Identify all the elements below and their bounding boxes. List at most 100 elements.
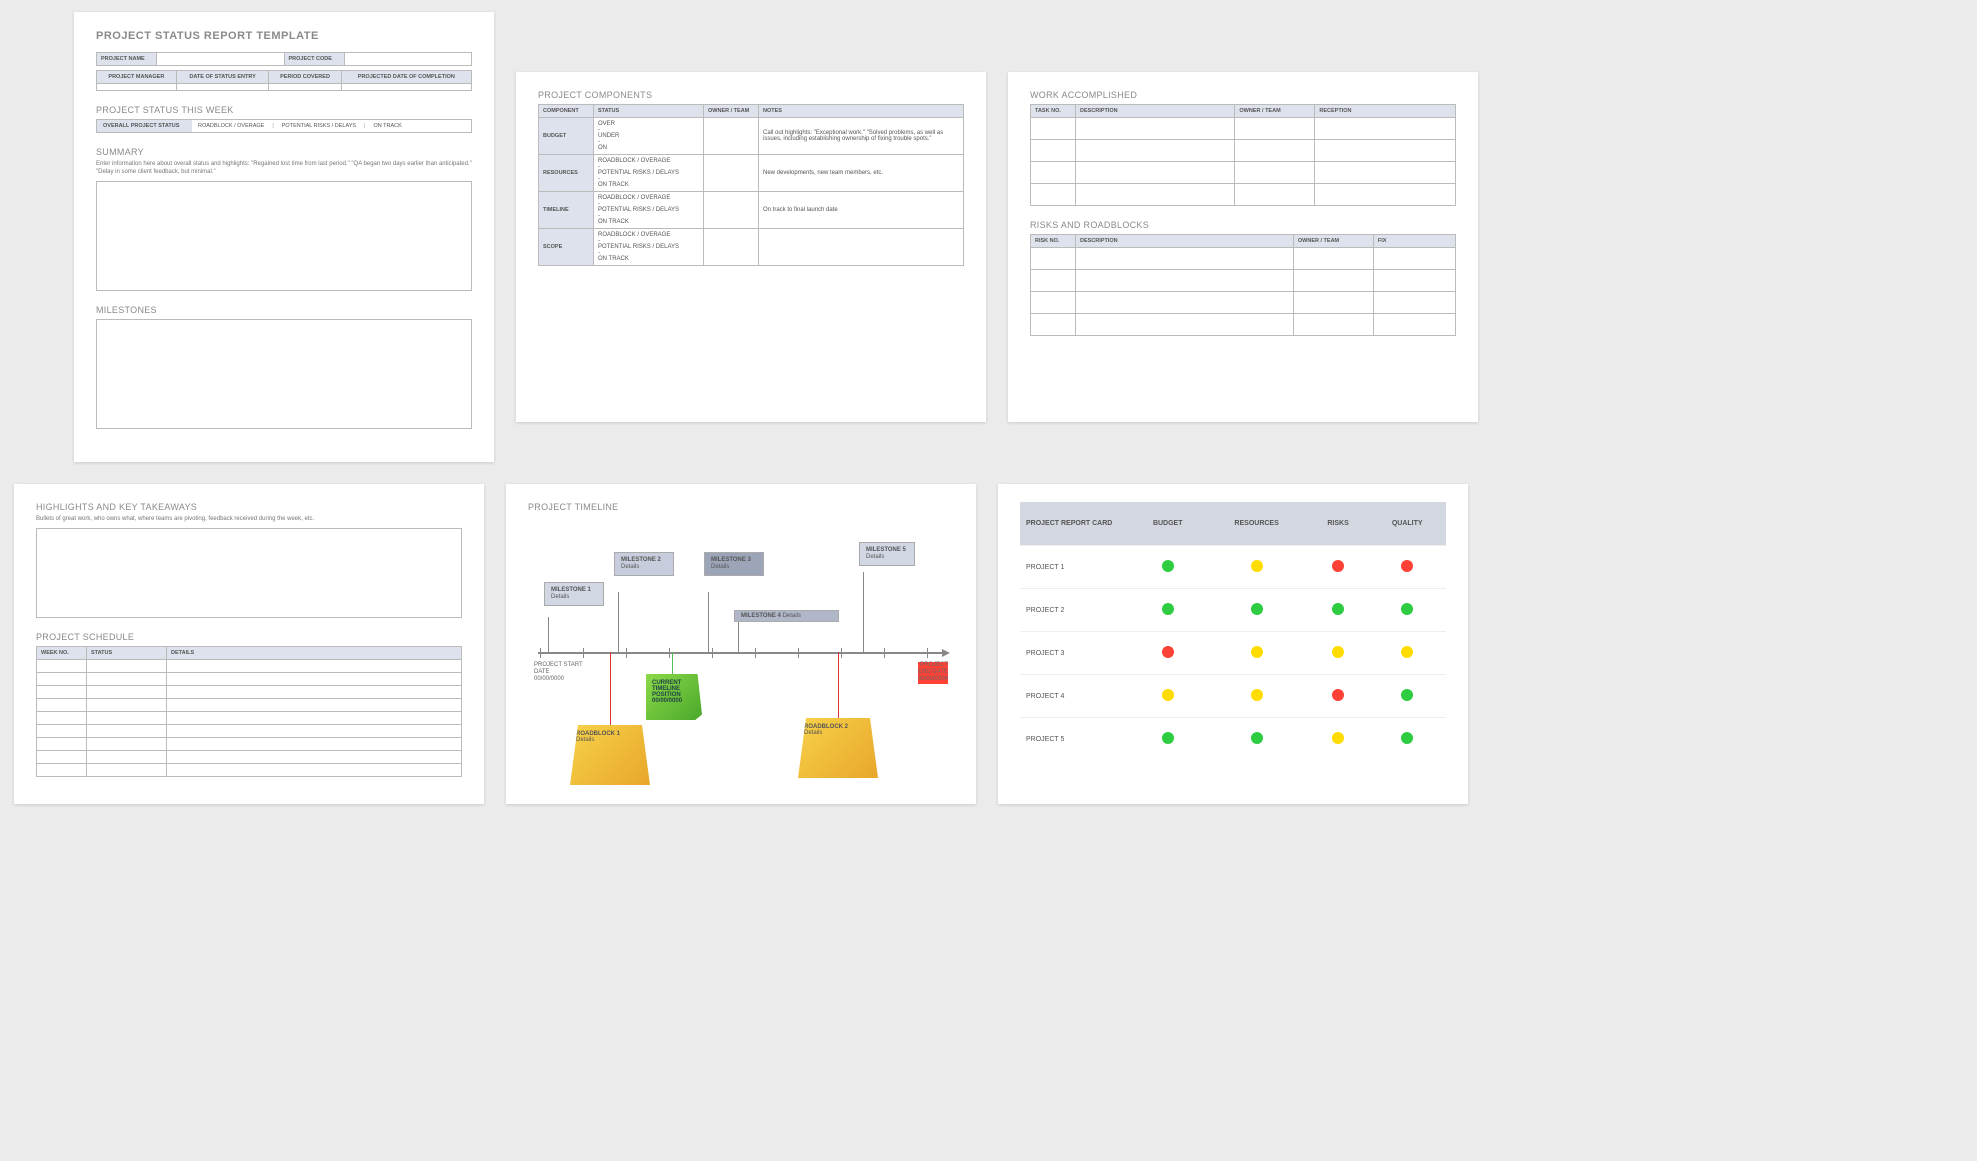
cell[interactable] (167, 672, 462, 685)
cell[interactable] (37, 763, 87, 776)
milestones-box[interactable] (96, 319, 472, 429)
cell[interactable] (167, 750, 462, 763)
label-project-name: PROJECT NAME (97, 53, 157, 66)
cell[interactable] (1031, 292, 1076, 314)
cell[interactable] (167, 698, 462, 711)
cell[interactable] (1076, 118, 1235, 140)
cell[interactable] (1076, 270, 1294, 292)
current-position-note[interactable]: CURRENTTIMELINEPOSITION00/00/0000 (646, 674, 702, 720)
cell[interactable] (1293, 248, 1373, 270)
cell-notes[interactable]: Call out highlights: "Exceptional work."… (759, 118, 964, 155)
cell[interactable] (176, 84, 269, 91)
status-option[interactable]: ON TRACK (367, 120, 407, 132)
summary-box[interactable] (96, 181, 472, 291)
cell-status[interactable]: ROADBLOCK / OVERAGE - POTENTIAL RISKS / … (594, 155, 704, 192)
tick (583, 648, 584, 658)
cell-owner[interactable] (704, 155, 759, 192)
cell[interactable] (1315, 184, 1456, 206)
cell[interactable] (87, 672, 167, 685)
cell[interactable] (1076, 248, 1294, 270)
cell[interactable] (1293, 270, 1373, 292)
milestone-card[interactable]: MILESTONE 5Details (859, 542, 915, 566)
cell[interactable] (37, 672, 87, 685)
cell[interactable] (87, 711, 167, 724)
status-dot-icon (1251, 646, 1263, 658)
cell[interactable] (1031, 140, 1076, 162)
cell[interactable] (167, 659, 462, 672)
roadblock-note[interactable]: ROADBLOCK 2Details (798, 718, 878, 778)
cell[interactable] (1031, 314, 1076, 336)
cell-status (1368, 632, 1446, 675)
tick (712, 648, 713, 658)
cell[interactable] (87, 724, 167, 737)
cell[interactable] (167, 711, 462, 724)
cell[interactable] (1031, 184, 1076, 206)
cell[interactable] (1293, 292, 1373, 314)
cell[interactable] (87, 685, 167, 698)
cell[interactable] (1076, 162, 1235, 184)
status-dot-icon (1332, 603, 1344, 615)
cell-notes[interactable]: New developments, new team members, etc. (759, 155, 964, 192)
cell-comp: TIMELINE (539, 192, 594, 229)
cell[interactable] (37, 711, 87, 724)
milestone-card[interactable]: MILESTONE 3Details (704, 552, 764, 576)
cell[interactable] (1031, 270, 1076, 292)
cell-owner[interactable] (704, 118, 759, 155)
cell[interactable] (167, 763, 462, 776)
roadblock-note[interactable]: ROADBLOCK 1Details (570, 725, 650, 785)
status-option[interactable]: ROADBLOCK / OVERAGE (192, 120, 270, 132)
cell[interactable] (87, 698, 167, 711)
cell-owner[interactable] (704, 192, 759, 229)
cell[interactable] (1235, 162, 1315, 184)
milestone-card[interactable]: MILESTONE 1Details (544, 582, 604, 606)
cell[interactable] (1076, 314, 1294, 336)
cell[interactable] (167, 737, 462, 750)
cell[interactable] (1373, 314, 1455, 336)
cell[interactable] (1235, 118, 1315, 140)
cell-status (1368, 546, 1446, 589)
cell[interactable] (1235, 184, 1315, 206)
cell[interactable] (1373, 292, 1455, 314)
cell[interactable] (269, 84, 341, 91)
milestone-card[interactable]: MILESTONE 4 Details (734, 610, 839, 622)
cell[interactable] (341, 84, 471, 91)
cell[interactable] (1315, 118, 1456, 140)
cell-project-name[interactable] (157, 53, 285, 66)
cell-project-code[interactable] (344, 53, 472, 66)
cell-status (1205, 546, 1307, 589)
cell[interactable] (87, 659, 167, 672)
highlights-box[interactable] (36, 528, 462, 618)
cell[interactable] (1031, 118, 1076, 140)
cell[interactable] (1031, 162, 1076, 184)
cell[interactable] (87, 737, 167, 750)
cell[interactable] (37, 724, 87, 737)
cell[interactable] (37, 659, 87, 672)
cell[interactable] (1076, 140, 1235, 162)
cell-status[interactable]: OVER - UNDER - ON (594, 118, 704, 155)
cell[interactable] (37, 737, 87, 750)
cell[interactable] (1373, 270, 1455, 292)
cell-notes[interactable]: On track to final launch date (759, 192, 964, 229)
cell[interactable] (87, 750, 167, 763)
cell[interactable] (37, 750, 87, 763)
cell[interactable] (97, 84, 177, 91)
cell[interactable] (1031, 248, 1076, 270)
cell[interactable] (87, 763, 167, 776)
cell-notes[interactable] (759, 229, 964, 266)
cell[interactable] (1076, 184, 1235, 206)
cell-status[interactable]: ROADBLOCK / OVERAGE - POTENTIAL RISKS / … (594, 192, 704, 229)
cell[interactable] (37, 698, 87, 711)
cell[interactable] (1235, 140, 1315, 162)
cell[interactable] (1076, 292, 1294, 314)
cell[interactable] (37, 685, 87, 698)
cell[interactable] (1315, 162, 1456, 184)
cell-owner[interactable] (704, 229, 759, 266)
cell[interactable] (1315, 140, 1456, 162)
cell[interactable] (167, 685, 462, 698)
cell[interactable] (1293, 314, 1373, 336)
timeline-diagram: MILESTONE 1Details MILESTONE 2Details MI… (528, 522, 954, 782)
status-option[interactable]: POTENTIAL RISKS / DELAYS (276, 120, 362, 132)
cell-status[interactable]: ROADBLOCK / OVERAGE - POTENTIAL RISKS / … (594, 229, 704, 266)
cell[interactable] (1373, 248, 1455, 270)
cell[interactable] (167, 724, 462, 737)
